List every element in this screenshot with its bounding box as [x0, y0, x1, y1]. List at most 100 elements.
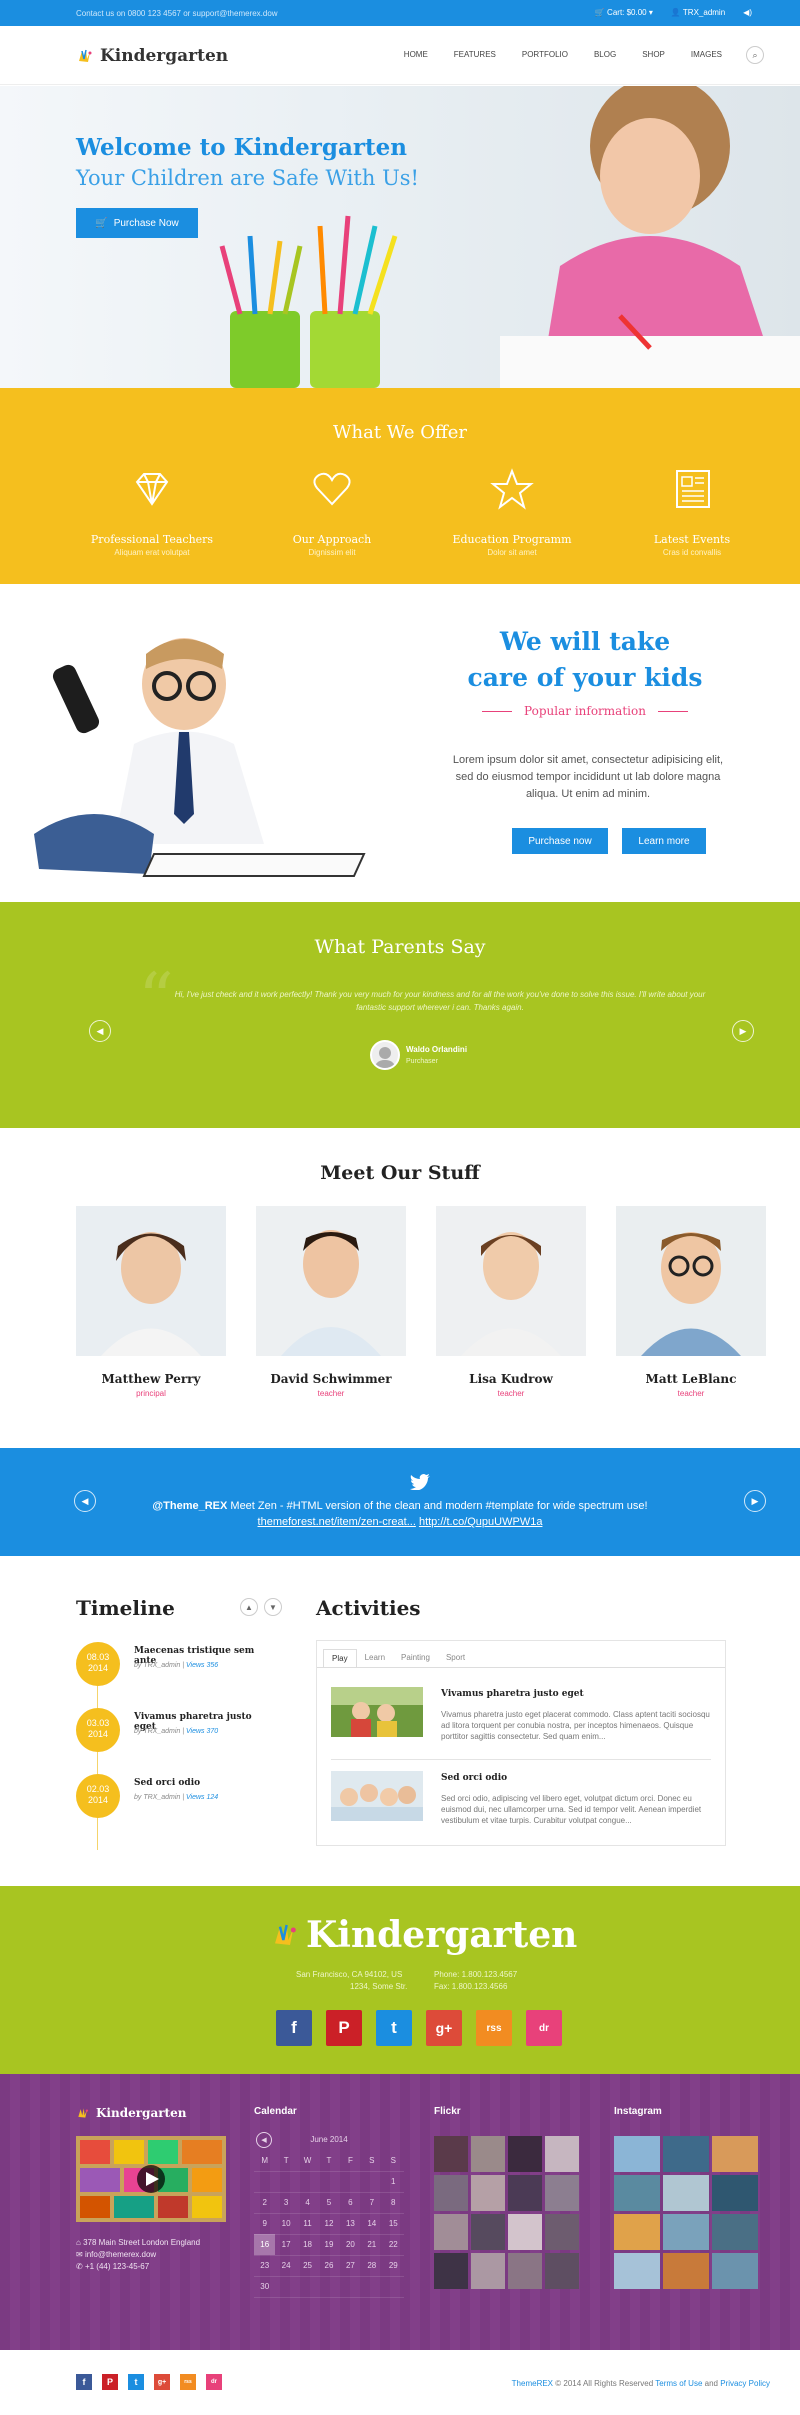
footer-video[interactable]: [76, 2136, 226, 2222]
flickr-thumb[interactable]: [471, 2253, 505, 2289]
instagram-thumb[interactable]: [663, 2175, 709, 2211]
calendar-day[interactable]: 4: [296, 2192, 319, 2214]
calendar-day[interactable]: 12: [318, 2213, 340, 2235]
copyright-brand[interactable]: ThemeREX: [512, 2379, 553, 2388]
flickr-thumb[interactable]: [508, 2175, 542, 2211]
flickr-thumb[interactable]: [545, 2136, 579, 2172]
volume-icon[interactable]: ◀): [743, 8, 752, 17]
pinterest-small-icon[interactable]: P: [102, 2374, 118, 2390]
calendar-day[interactable]: 7: [361, 2192, 383, 2214]
privacy-link[interactable]: Privacy Policy: [720, 2379, 770, 2388]
flickr-thumb[interactable]: [434, 2253, 468, 2289]
activity-title[interactable]: Sed orci odio: [441, 1773, 507, 1783]
timeline-item-title[interactable]: Sed orci odio: [134, 1778, 200, 1788]
google-plus-small-icon[interactable]: g+: [154, 2374, 170, 2390]
twitter-icon[interactable]: t: [376, 2010, 412, 2046]
calendar-day[interactable]: 9: [254, 2213, 276, 2235]
nav-home[interactable]: HOME: [404, 50, 428, 59]
calendar-day[interactable]: 27: [339, 2255, 362, 2277]
instagram-thumb[interactable]: [712, 2253, 758, 2289]
tab-learn[interactable]: Learn: [357, 1649, 393, 1668]
calendar-day[interactable]: 17: [275, 2234, 297, 2256]
calendar-day[interactable]: 15: [382, 2213, 404, 2235]
cart-link[interactable]: 🛒 Cart: $0.00 ▾: [595, 8, 653, 17]
flickr-thumb[interactable]: [471, 2214, 505, 2250]
prev-arrow-icon[interactable]: ◀: [89, 1020, 111, 1042]
calendar-day[interactable]: 5: [318, 2192, 340, 2214]
calendar-day[interactable]: 28: [361, 2255, 383, 2277]
activity-item[interactable]: Vivamus pharetra justo eget Vivamus phar…: [331, 1687, 715, 1747]
purchase-now-button-2[interactable]: Purchase now: [512, 828, 608, 854]
rss-small-icon[interactable]: rss: [180, 2374, 196, 2390]
calendar-day[interactable]: 3: [275, 2192, 297, 2214]
tweet-link-1[interactable]: themeforest.net/item/zen-creat...: [258, 1516, 416, 1528]
staff-card[interactable]: Lisa Kudrow teacher: [436, 1206, 586, 1398]
calendar-day[interactable]: 21: [361, 2234, 383, 2256]
timeline-item[interactable]: 08.03 2014 Maecenas tristique sem ante by…: [76, 1642, 276, 1702]
user-link[interactable]: 👤 TRX_admin: [671, 8, 725, 17]
flickr-thumb[interactable]: [434, 2214, 468, 2250]
pinterest-icon[interactable]: P: [326, 2010, 362, 2046]
footer-mail-line[interactable]: ✉ info@themerex.dow: [76, 2249, 200, 2261]
offer-item-events[interactable]: Latest Events Cras id convallis: [612, 466, 772, 557]
calendar-day[interactable]: 14: [361, 2213, 383, 2235]
instagram-thumb[interactable]: [614, 2214, 660, 2250]
instagram-thumb[interactable]: [712, 2214, 758, 2250]
calendar-day[interactable]: 26: [318, 2255, 340, 2277]
flickr-thumb[interactable]: [434, 2136, 468, 2172]
calendar-day[interactable]: 8: [382, 2192, 404, 2214]
nav-images[interactable]: IMAGES: [691, 50, 722, 59]
instagram-thumb[interactable]: [663, 2214, 709, 2250]
tab-sport[interactable]: Sport: [438, 1649, 473, 1668]
calendar-day[interactable]: 20: [339, 2234, 362, 2256]
calendar-day[interactable]: 11: [296, 2213, 319, 2235]
facebook-icon[interactable]: f: [276, 2010, 312, 2046]
instagram-thumb[interactable]: [663, 2253, 709, 2289]
calendar-day[interactable]: 29: [382, 2255, 404, 2277]
terms-link[interactable]: Terms of Use: [655, 2379, 702, 2388]
flickr-thumb[interactable]: [545, 2175, 579, 2211]
offer-item-teachers[interactable]: Professional Teachers Aliquam erat volut…: [72, 466, 232, 557]
purchase-now-button[interactable]: 🛒 Purchase Now: [76, 208, 198, 238]
instagram-thumb[interactable]: [614, 2136, 660, 2172]
calendar-day[interactable]: 24: [275, 2255, 297, 2277]
instagram-thumb[interactable]: [614, 2253, 660, 2289]
instagram-thumb[interactable]: [712, 2175, 758, 2211]
nav-portfolio[interactable]: PORTFOLIO: [522, 50, 568, 59]
google-plus-icon[interactable]: g+: [426, 2010, 462, 2046]
offer-item-education[interactable]: Education Programm Dolor sit amet: [432, 466, 592, 557]
staff-card[interactable]: David Schwimmer teacher: [256, 1206, 406, 1398]
timeline-down-icon[interactable]: ▼: [264, 1598, 282, 1616]
instagram-thumb[interactable]: [614, 2175, 660, 2211]
nav-blog[interactable]: BLOG: [594, 50, 616, 59]
nav-shop[interactable]: SHOP: [642, 50, 665, 59]
site-logo[interactable]: Kindergarten: [76, 46, 228, 66]
calendar-day[interactable]: 23: [254, 2255, 276, 2277]
dribbble-small-icon[interactable]: dr: [206, 2374, 222, 2390]
activity-title[interactable]: Vivamus pharetra justo eget: [441, 1689, 584, 1699]
footer-small-logo[interactable]: Kindergarten: [76, 2106, 186, 2120]
offer-item-approach[interactable]: Our Approach Dignissim elit: [252, 466, 412, 557]
next-arrow-icon[interactable]: ▶: [732, 1020, 754, 1042]
timeline-item[interactable]: 03.03 2014 Vivamus pharetra justo eget by…: [76, 1708, 276, 1768]
search-icon[interactable]: ⌕: [746, 46, 764, 64]
flickr-thumb[interactable]: [508, 2253, 542, 2289]
activity-item[interactable]: Sed orci odio Sed orci odio, adipiscing …: [331, 1771, 715, 1831]
tweet-link-2[interactable]: http://t.co/QupuUWPW1a: [419, 1516, 543, 1528]
tab-painting[interactable]: Painting: [393, 1649, 438, 1668]
tab-play[interactable]: Play: [323, 1649, 357, 1668]
tweet-prev-icon[interactable]: ◀: [74, 1490, 96, 1512]
flickr-thumb[interactable]: [471, 2136, 505, 2172]
calendar-day[interactable]: 22: [382, 2234, 404, 2256]
flickr-thumb[interactable]: [545, 2214, 579, 2250]
staff-card[interactable]: Matthew Perry principal: [76, 1206, 226, 1398]
calendar-day[interactable]: 18: [296, 2234, 319, 2256]
footer-logo[interactable]: Kindergarten: [270, 1914, 577, 1956]
timeline-item[interactable]: 02.03 2014 Sed orci odio by TRX_admin | V…: [76, 1774, 276, 1834]
tweet-next-icon[interactable]: ▶: [744, 1490, 766, 1512]
timeline-up-icon[interactable]: ▲: [240, 1598, 258, 1616]
flickr-thumb[interactable]: [508, 2136, 542, 2172]
calendar-day[interactable]: 10: [275, 2213, 297, 2235]
calendar-day[interactable]: 13: [339, 2213, 362, 2235]
instagram-thumb[interactable]: [663, 2136, 709, 2172]
